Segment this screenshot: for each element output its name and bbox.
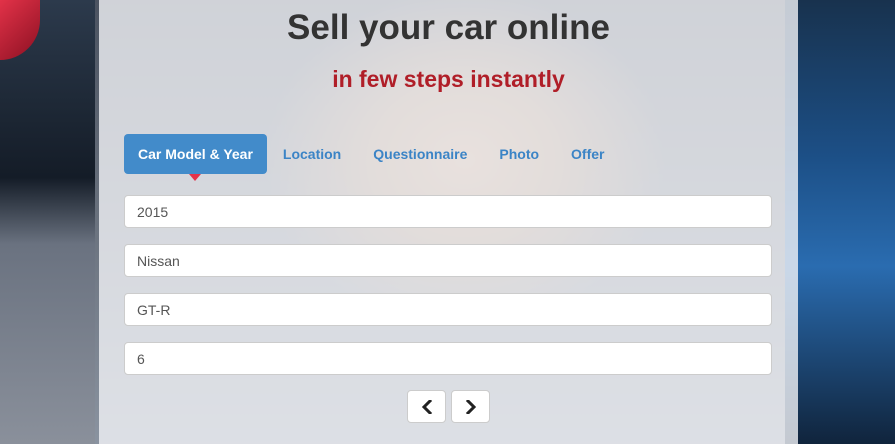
tab-questionnaire[interactable]: Questionnaire bbox=[357, 134, 483, 174]
background-right bbox=[785, 0, 895, 444]
year-field[interactable] bbox=[124, 195, 772, 228]
model-field[interactable] bbox=[124, 293, 772, 326]
step-tabs: Car Model & Year Location Questionnaire … bbox=[124, 134, 621, 181]
chevron-left-icon bbox=[421, 399, 432, 414]
page-title: Sell your car online bbox=[287, 8, 610, 47]
tab-photo[interactable]: Photo bbox=[483, 134, 555, 174]
background-left bbox=[0, 0, 110, 444]
tab-location[interactable]: Location bbox=[267, 134, 357, 174]
previous-step-button[interactable] bbox=[407, 390, 446, 423]
chevron-right-icon bbox=[465, 399, 476, 414]
tab-car-model-year[interactable]: Car Model & Year bbox=[124, 134, 267, 181]
sell-car-panel: Sell your car online in few steps instan… bbox=[99, 0, 798, 444]
cylinders-field[interactable] bbox=[124, 342, 772, 375]
page-subtitle: in few steps instantly bbox=[332, 66, 565, 92]
next-step-button[interactable] bbox=[451, 390, 490, 423]
tab-offer[interactable]: Offer bbox=[555, 134, 620, 174]
make-field[interactable] bbox=[124, 244, 772, 277]
